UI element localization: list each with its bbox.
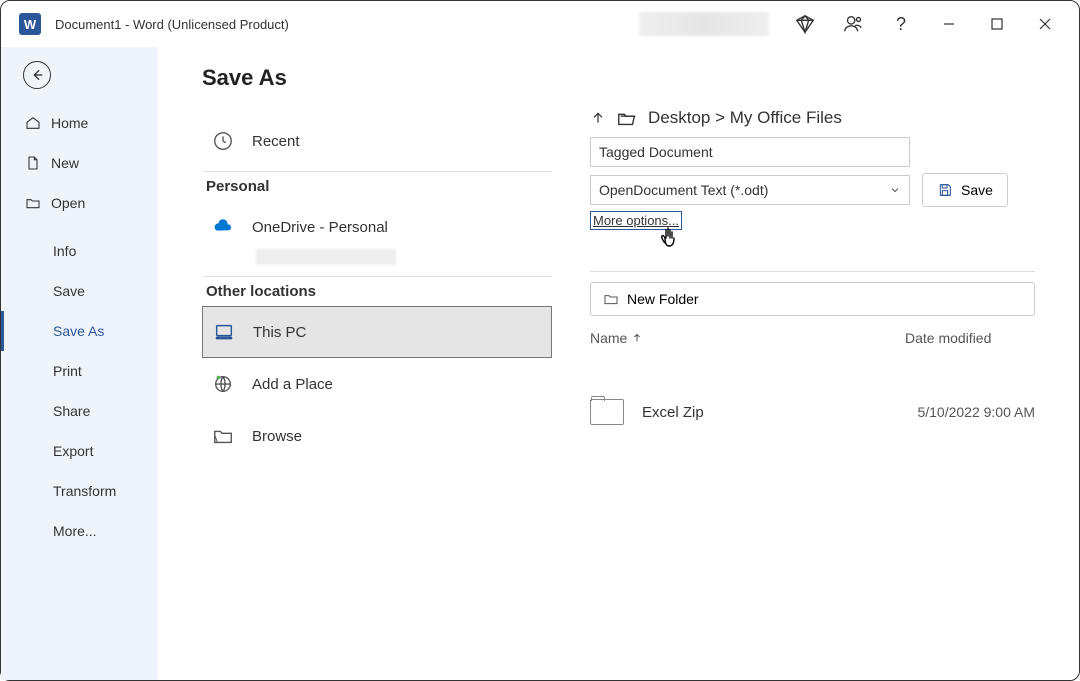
close-button[interactable]	[1021, 2, 1069, 46]
nav-export[interactable]: Export	[1, 431, 158, 471]
nav-more[interactable]: More...	[1, 511, 158, 551]
file-list-header: Name Date modified	[590, 330, 1035, 346]
folder-open-icon	[616, 107, 638, 129]
section-personal: Personal	[206, 178, 552, 195]
column-name[interactable]: Name	[590, 330, 905, 346]
save-button[interactable]: Save	[922, 173, 1008, 207]
nav-new-label: New	[51, 155, 79, 171]
maximize-button[interactable]	[973, 2, 1021, 46]
save-disk-icon	[937, 182, 953, 198]
folder-icon	[590, 399, 624, 425]
new-folder-label: New Folder	[627, 291, 699, 307]
nav-print[interactable]: Print	[1, 351, 158, 391]
nav-share-label: Share	[53, 403, 90, 419]
location-this-pc[interactable]: This PC	[202, 306, 552, 358]
nav-home-label: Home	[51, 115, 88, 131]
minimize-button[interactable]	[925, 2, 973, 46]
nav-export-label: Export	[53, 443, 93, 459]
location-onedrive-label: OneDrive - Personal	[252, 219, 388, 236]
help-icon[interactable]: ?	[877, 2, 925, 46]
filename-input[interactable]	[590, 137, 910, 167]
nav-new[interactable]: New	[1, 143, 158, 183]
nav-info[interactable]: Info	[1, 231, 158, 271]
back-button[interactable]	[23, 61, 51, 89]
breadcrumb-path[interactable]: Desktop > My Office Files	[648, 108, 842, 128]
folder-open-icon	[25, 195, 41, 211]
diamond-icon[interactable]	[781, 2, 829, 46]
nav-info-label: Info	[53, 243, 76, 259]
file-date: 5/10/2022 9:00 AM	[885, 404, 1035, 420]
new-folder-button[interactable]: New Folder	[590, 282, 1035, 316]
nav-open-label: Open	[51, 195, 85, 211]
filetype-value: OpenDocument Text (*.odt)	[599, 182, 768, 198]
save-button-label: Save	[961, 182, 993, 198]
nav-home[interactable]: Home	[1, 103, 158, 143]
nav-save-as-label: Save As	[53, 323, 104, 339]
location-add-place-label: Add a Place	[252, 376, 333, 393]
nav-print-label: Print	[53, 363, 82, 379]
document-icon	[25, 155, 41, 171]
nav-transform-label: Transform	[53, 483, 116, 499]
file-row[interactable]: Excel Zip 5/10/2022 9:00 AM	[590, 382, 1035, 442]
word-app-icon: W	[19, 13, 41, 35]
nav-share[interactable]: Share	[1, 391, 158, 431]
nav-save-label: Save	[53, 283, 85, 299]
folder-icon	[212, 425, 234, 447]
window-title: Document1 - Word (Unlicensed Product)	[55, 17, 639, 32]
column-date[interactable]: Date modified	[905, 330, 1035, 346]
onedrive-account-blurred	[202, 249, 552, 268]
titlebar: W Document1 - Word (Unlicensed Product) …	[1, 1, 1079, 47]
more-options-link[interactable]: More options...	[590, 211, 682, 230]
filetype-select[interactable]: OpenDocument Text (*.odt)	[590, 175, 910, 205]
account-icon[interactable]	[829, 2, 877, 46]
column-name-label: Name	[590, 330, 627, 346]
up-arrow-icon[interactable]	[590, 110, 606, 126]
onedrive-icon	[212, 216, 234, 238]
clock-icon	[212, 130, 234, 152]
account-area-blurred	[639, 12, 769, 36]
nav-more-label: More...	[53, 523, 97, 539]
globe-plus-icon	[212, 373, 234, 395]
sort-up-icon	[631, 332, 643, 344]
chevron-down-icon	[889, 184, 901, 196]
home-icon	[25, 115, 41, 131]
location-this-pc-label: This PC	[253, 324, 306, 341]
column-date-label: Date modified	[905, 330, 991, 346]
computer-icon	[213, 321, 235, 343]
section-other: Other locations	[206, 283, 552, 300]
location-browse-label: Browse	[252, 428, 302, 445]
nav-open[interactable]: Open	[1, 183, 158, 223]
breadcrumb-row: Desktop > My Office Files	[590, 107, 1035, 129]
backstage-sidebar: Home New Open Info Save Save As Print Sh…	[1, 47, 158, 680]
location-recent[interactable]: Recent	[202, 115, 552, 167]
location-browse[interactable]: Browse	[202, 410, 552, 462]
location-onedrive[interactable]: OneDrive - Personal	[202, 201, 552, 253]
folder-plus-icon	[603, 291, 619, 307]
nav-save-as[interactable]: Save As	[1, 311, 158, 351]
page-title: Save As	[202, 65, 552, 91]
mouse-cursor	[660, 226, 1080, 255]
nav-transform[interactable]: Transform	[1, 471, 158, 511]
nav-save[interactable]: Save	[1, 271, 158, 311]
location-add-place[interactable]: Add a Place	[202, 358, 552, 410]
file-name: Excel Zip	[642, 404, 885, 421]
location-recent-label: Recent	[252, 133, 300, 150]
